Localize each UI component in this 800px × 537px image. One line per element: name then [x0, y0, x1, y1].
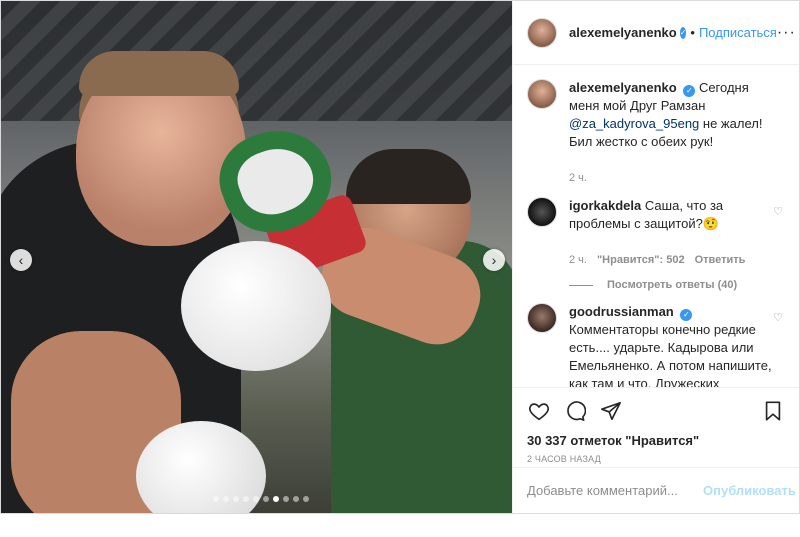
carousel-dot — [293, 496, 299, 502]
comment-like-icon[interactable]: ♡ — [773, 205, 783, 218]
carousel-dot — [303, 496, 309, 502]
add-comment-bar: Опубликовать — [513, 467, 799, 513]
comment-meta: 2 ч. "Нравится": 502 Ответить — [569, 251, 779, 269]
photo-hair-right — [346, 149, 471, 204]
header-separator: • — [690, 25, 695, 40]
author-avatar[interactable] — [527, 17, 557, 48]
likes-count[interactable]: 30 337 отметок "Нравится" — [527, 433, 785, 448]
comment-username[interactable]: goodrussianman — [569, 304, 674, 319]
carousel-indicator — [213, 496, 309, 502]
caption-username[interactable]: alexemelyanenko — [569, 80, 677, 95]
caption-body: alexemelyanenko ✓ Сегодня меня мой Друг … — [569, 79, 779, 187]
carousel-dot — [243, 496, 249, 502]
caption-time[interactable]: 2 ч. — [569, 169, 587, 187]
carousel-dot — [233, 496, 239, 502]
comment-item: goodrussianman ✓ Комментаторы конечно ре… — [527, 303, 785, 387]
post-card: ‹ › alexemelyanenko ✓ • Подписаться ··· … — [0, 0, 800, 514]
post-sidebar: alexemelyanenko ✓ • Подписаться ··· alex… — [513, 1, 799, 513]
photo-hair-left-top — [79, 51, 239, 96]
carousel-dot — [263, 496, 269, 502]
photo-ceiling — [1, 1, 512, 121]
post-photo[interactable]: ‹ › — [1, 1, 513, 513]
carousel-prev-button[interactable]: ‹ — [10, 249, 32, 271]
carousel-dot — [213, 496, 219, 502]
share-plane-icon[interactable] — [599, 399, 623, 423]
comment-avatar[interactable] — [527, 197, 557, 227]
follow-button[interactable]: Подписаться — [699, 25, 777, 40]
view-replies-label: Посмотреть ответы (40) — [607, 279, 738, 291]
verified-badge-icon: ✓ — [679, 26, 687, 39]
comment-reply-button[interactable]: Ответить — [695, 251, 746, 269]
comment-like-icon[interactable]: ♡ — [773, 311, 783, 324]
comment-input[interactable] — [527, 483, 703, 498]
like-heart-icon[interactable] — [527, 399, 551, 423]
comments-list[interactable]: alexemelyanenko ✓ Сегодня меня мой Друг … — [513, 65, 799, 387]
caption: alexemelyanenko ✓ Сегодня меня мой Друг … — [527, 79, 785, 187]
comment-username[interactable]: igorkakdela — [569, 198, 641, 213]
caption-avatar[interactable] — [527, 79, 557, 109]
view-replies-button[interactable]: Посмотреть ответы (40) — [569, 279, 785, 291]
carousel-dot — [283, 496, 289, 502]
comment-text: Комментаторы конечно редкие есть.... уда… — [569, 322, 772, 387]
carousel-next-button[interactable]: › — [483, 249, 505, 271]
post-header: alexemelyanenko ✓ • Подписаться ··· — [513, 1, 799, 65]
comment-body: igorkakdela Саша, что за проблемы с защи… — [569, 197, 779, 269]
comment-bubble-icon[interactable] — [563, 399, 587, 423]
post-timestamp[interactable]: 2 часов назад — [527, 454, 785, 464]
comment-likes[interactable]: "Нравится": 502 — [597, 251, 685, 269]
comment-item: igorkakdela Саша, что за проблемы с защи… — [527, 197, 785, 269]
carousel-dot — [253, 496, 259, 502]
photo-glove-white — [181, 241, 331, 371]
publish-button[interactable]: Опубликовать — [703, 483, 796, 498]
action-bar — [527, 396, 785, 426]
author-username[interactable]: alexemelyanenko — [569, 25, 677, 40]
caption-meta: 2 ч. — [569, 169, 779, 187]
carousel-dot — [273, 496, 279, 502]
comment-time[interactable]: 2 ч. — [569, 251, 587, 269]
bookmark-icon[interactable] — [761, 399, 785, 423]
more-options-icon[interactable]: ··· — [777, 24, 796, 42]
post-actions-section: 30 337 отметок "Нравится" 2 часов назад — [513, 387, 799, 464]
view-replies-line — [569, 284, 593, 286]
comment-avatar[interactable] — [527, 303, 557, 333]
comment-body: goodrussianman ✓ Комментаторы конечно ре… — [569, 303, 779, 387]
verified-badge-icon: ✓ — [680, 309, 693, 321]
carousel-dot — [223, 496, 229, 502]
verified-badge-icon: ✓ — [683, 85, 696, 97]
caption-mention-link[interactable]: @za_kadyrova_95eng — [569, 116, 699, 131]
